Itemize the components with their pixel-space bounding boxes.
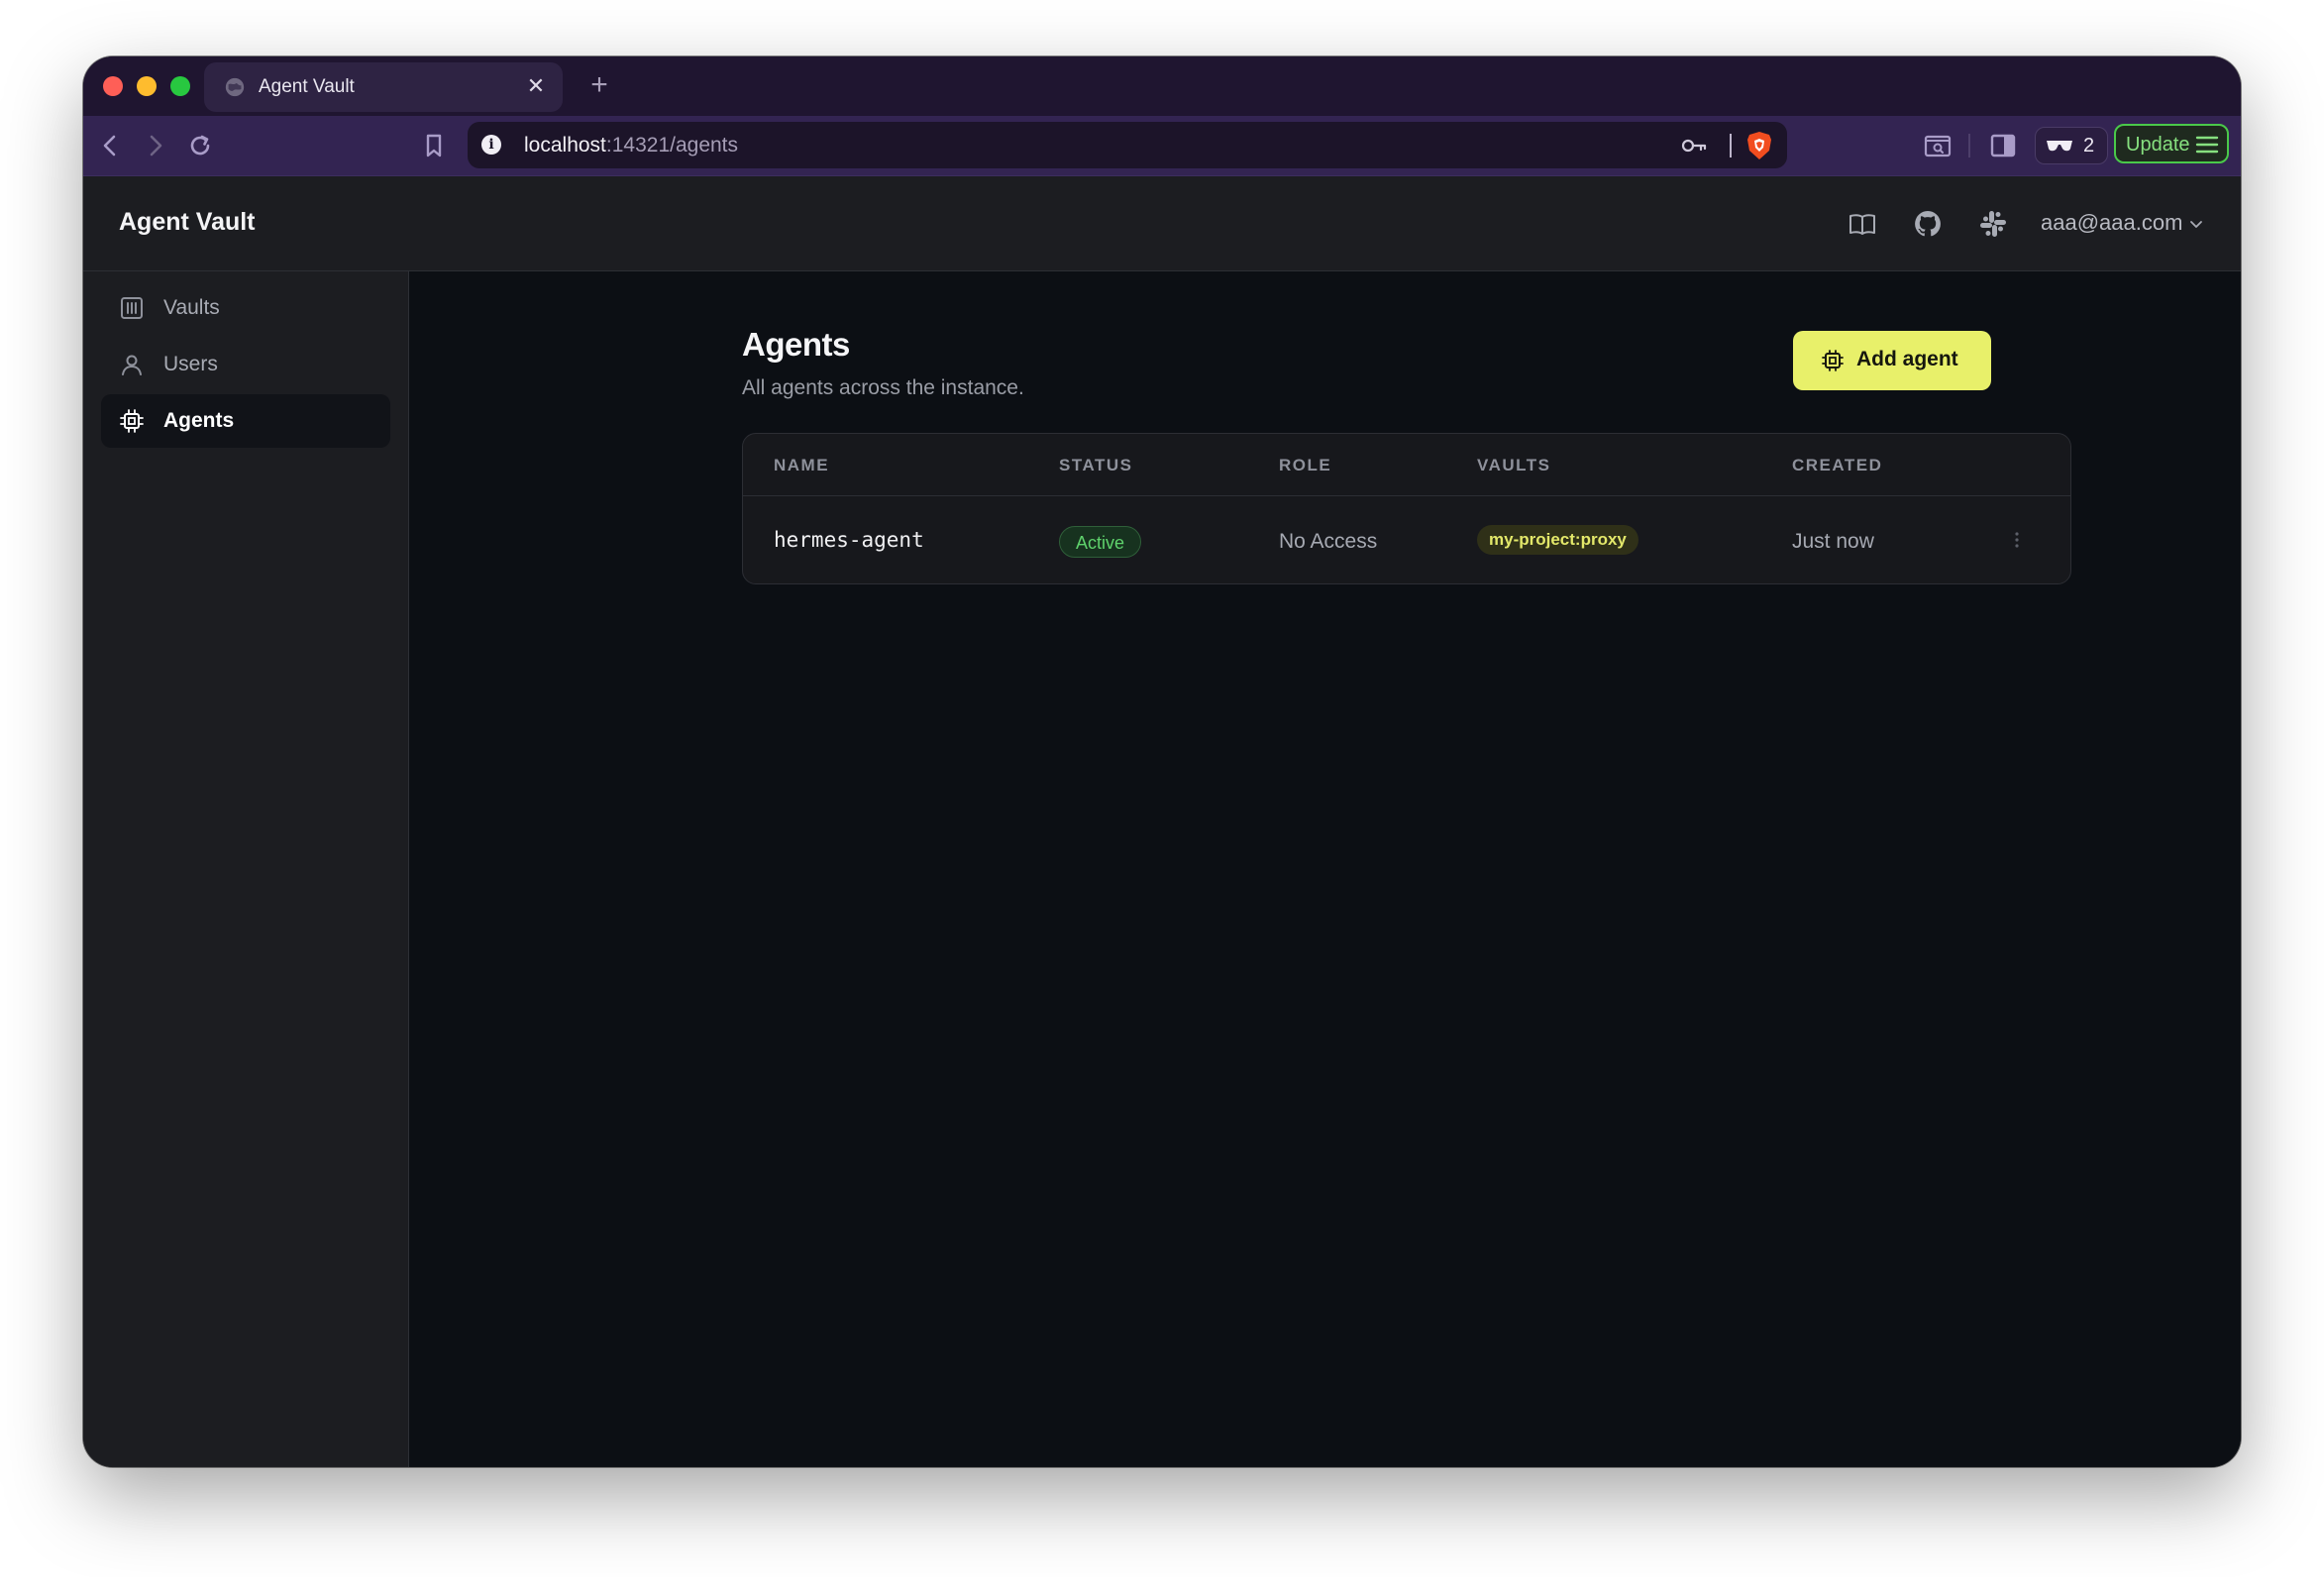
minimize-window-button[interactable] — [137, 76, 157, 96]
brave-shields-icon[interactable] — [1745, 131, 1773, 160]
agents-table: NAME STATUS ROLE VAULTS CREATED hermes-a… — [742, 433, 2071, 584]
sidebar-item-users[interactable]: Users — [101, 338, 390, 391]
close-tab-icon[interactable]: ✕ — [523, 73, 549, 99]
docs-book-icon[interactable] — [1847, 208, 1878, 240]
table-header: NAME STATUS ROLE VAULTS CREATED — [743, 434, 2070, 496]
bookmark-icon[interactable] — [418, 130, 450, 161]
glasses-icon — [2047, 141, 2072, 152]
user-menu[interactable]: aaa@aaa.com — [2041, 210, 2182, 236]
browser-window: Agent Vault ✕ + i localhost:14321/agents — [83, 56, 2241, 1467]
tab-bar: Agent Vault ✕ + — [83, 56, 2241, 116]
update-label: Update — [2126, 134, 2190, 156]
vault-icon — [119, 295, 145, 321]
sidebar: Vaults Users Agents — [83, 271, 409, 1467]
extension-pill[interactable]: 2 — [2035, 127, 2108, 164]
chevron-down-icon[interactable] — [2188, 216, 2204, 232]
column-header-created[interactable]: CREATED — [1792, 456, 1882, 475]
column-header-name[interactable]: NAME — [774, 456, 829, 475]
agent-role: No Access — [1279, 530, 1378, 553]
sidebar-item-vaults[interactable]: Vaults — [101, 281, 390, 335]
vault-badge[interactable]: my-project:proxy — [1477, 525, 1638, 555]
sidebar-toggle-icon[interactable] — [1987, 130, 2019, 161]
app-header: Agent Vault aaa@aaa.com — [83, 176, 2241, 271]
reload-icon[interactable] — [184, 130, 216, 161]
tab-title: Agent Vault — [259, 76, 355, 97]
column-header-role[interactable]: ROLE — [1279, 456, 1331, 475]
more-options-icon[interactable] — [2005, 525, 2029, 555]
extension-count: 2 — [2083, 135, 2095, 157]
status-badge: Active — [1059, 526, 1142, 558]
sidebar-item-label: Vaults — [163, 296, 220, 319]
update-button[interactable]: Update — [2114, 124, 2229, 163]
sidebar-item-label: Agents — [163, 409, 235, 432]
close-window-button[interactable] — [103, 76, 123, 96]
agent-created: Just now — [1792, 530, 1874, 553]
main-content: Agents All agents across the instance. A… — [409, 271, 2241, 1467]
url-text: localhost:14321/agents — [524, 134, 739, 157]
browser-toolbar: i localhost:14321/agents 2 Update — [83, 116, 2241, 176]
user-icon — [119, 352, 145, 377]
forward-icon[interactable] — [139, 130, 170, 161]
add-agent-button[interactable]: Add agent — [1793, 331, 1991, 390]
column-header-status[interactable]: STATUS — [1059, 456, 1132, 475]
toolbar-divider — [1968, 134, 1970, 158]
add-agent-label: Add agent — [1856, 348, 1958, 370]
hamburger-menu-icon — [2195, 136, 2219, 154]
app-title: Agent Vault — [119, 208, 256, 236]
globe-icon — [225, 77, 245, 97]
screenshot-search-icon[interactable] — [1922, 130, 1954, 161]
github-icon[interactable] — [1912, 208, 1944, 240]
sidebar-item-agents[interactable]: Agents — [101, 394, 390, 448]
address-bar[interactable]: i localhost:14321/agents — [468, 122, 1787, 168]
address-bar-divider — [1730, 134, 1732, 158]
back-icon[interactable] — [95, 130, 127, 161]
table-row[interactable]: hermes-agent Active No Access my-project… — [743, 495, 2070, 583]
new-tab-button[interactable]: + — [582, 68, 616, 102]
cpu-icon — [119, 408, 145, 434]
column-header-vaults[interactable]: VAULTS — [1477, 456, 1550, 475]
site-info-icon[interactable]: i — [481, 135, 501, 155]
sidebar-item-label: Users — [163, 353, 218, 375]
slack-icon[interactable] — [1977, 208, 2009, 240]
agent-name[interactable]: hermes-agent — [774, 528, 924, 552]
page-title: Agents — [742, 326, 850, 363]
zoom-window-button[interactable] — [170, 76, 190, 96]
password-key-icon[interactable] — [1680, 133, 1708, 158]
tab-agent-vault[interactable]: Agent Vault ✕ — [204, 62, 563, 112]
cpu-icon — [1822, 350, 1844, 371]
page-subtitle: All agents across the instance. — [742, 376, 1024, 399]
